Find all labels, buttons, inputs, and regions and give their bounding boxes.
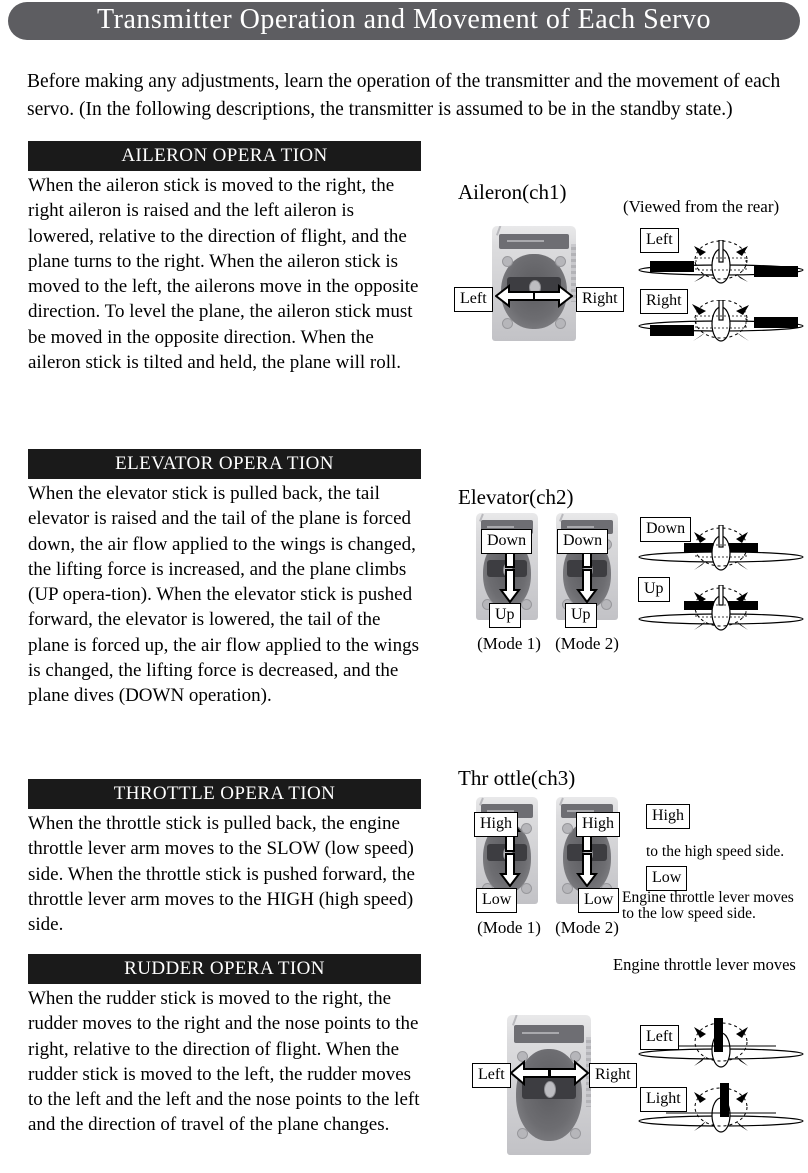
aileron-channel-title: Aileron(ch1) <box>458 180 567 204</box>
elevator-plane-top-label: Down <box>640 517 692 542</box>
elevator-mode2-caption: (Mode 2) <box>555 634 619 653</box>
intro-paragraph: Before making any adjustments, learn the… <box>27 70 781 120</box>
screw-icon <box>570 1128 581 1139</box>
throttle-channel-title: Thr ottle(ch3) <box>458 766 576 790</box>
arrow-right-icon <box>549 1060 589 1086</box>
screw-icon <box>502 318 513 329</box>
throttle-mode1-low-label: Low <box>476 888 518 913</box>
screw-icon <box>601 599 612 610</box>
diagram-elevator-title: Elevator(ch2) <box>458 485 573 510</box>
rudder-plane-top-label: Left <box>640 1025 679 1050</box>
screw-icon <box>555 256 566 267</box>
elevator-mode2-up-label: Down <box>557 529 609 554</box>
aileron-plane-bottom-label: Right <box>640 289 688 314</box>
screw-icon <box>555 318 566 329</box>
screw-icon <box>521 599 532 610</box>
section-header-elevator: ELEVATOR OPERA TION <box>28 449 421 479</box>
throttle-note-low-label: Low <box>646 866 688 891</box>
section-header-rudder: RUDDER OPERA TION <box>28 954 421 984</box>
arrow-left-icon <box>495 284 535 308</box>
tx-top-panel <box>513 1024 585 1043</box>
arrow-down-icon <box>499 569 521 603</box>
elevator-mode1-up-label: Down <box>481 529 533 554</box>
screw-icon <box>562 883 573 894</box>
section-rudder: RUDDER OPERA TION When the rudder stick … <box>28 954 421 1138</box>
screw-icon <box>502 256 513 267</box>
section-body-rudder: When the rudder stick is moved to the ri… <box>28 988 420 1136</box>
arrow-down-icon <box>576 569 598 603</box>
section-header-throttle: THROTTLE OPERA TION <box>28 779 421 809</box>
rudder-stick-left-label: Left <box>472 1063 511 1088</box>
screw-icon <box>521 823 532 834</box>
throttle-mode1-caption: (Mode 1) <box>477 918 541 937</box>
arrow-down-icon <box>576 853 598 887</box>
section-header-aileron: AILERON OPERA TION <box>28 141 421 171</box>
aileron-plane-top-label: Left <box>640 228 679 253</box>
arrow-down-icon <box>499 853 521 887</box>
throttle-mode2-high-label: High <box>576 812 620 837</box>
arrow-left-icon <box>510 1060 550 1086</box>
throttle-note-high-label: High <box>646 804 690 829</box>
section-throttle: THROTTLE OPERA TION When the throttle st… <box>28 779 421 937</box>
elevator-mode1-down-label: Up <box>489 603 521 628</box>
throttle-mode2-low-label: Low <box>578 888 620 913</box>
section-body-aileron: When the aileron stick is moved to the r… <box>28 175 419 374</box>
rudder-plane-bottom-label: Light <box>640 1087 687 1112</box>
page-title: Transmitter Operation and Movement of Ea… <box>97 4 711 35</box>
section-elevator: ELEVATOR OPERA TION When the elevator st… <box>28 449 421 709</box>
screw-icon <box>517 1128 528 1139</box>
elevator-mode2-down-label: Up <box>565 603 597 628</box>
section-body-elevator: When the elevator stick is pulled back, … <box>28 483 419 707</box>
elevator-channel-title: Elevator(ch2) <box>458 485 574 509</box>
aileron-stick-right-label: Right <box>576 287 624 312</box>
section-body-throttle: When the throttle stick is pulled back, … <box>28 813 415 936</box>
section-aileron: AILERON OPERA TION When the aileron stic… <box>28 141 421 375</box>
diagram-aileron-title: Aileron(ch1) <box>458 180 566 205</box>
throttle-mode2-caption: (Mode 2) <box>555 918 619 937</box>
throttle-note-low-line2: to the low speed side. <box>622 905 756 922</box>
throttle-mode1-high-label: High <box>474 812 518 837</box>
page-title-bar: Transmitter Operation and Movement of Ea… <box>8 2 800 40</box>
throttle-note-high-text: to the high speed side. <box>646 843 785 860</box>
elevator-plane-bottom-label: Up <box>638 577 670 602</box>
tx-top-panel <box>498 234 570 249</box>
elevator-mode1-caption: (Mode 1) <box>477 634 541 653</box>
arrow-right-icon <box>533 284 573 308</box>
throttle-note-trailing: Engine throttle lever moves <box>613 955 796 974</box>
aileron-stick-left-label: Left <box>454 287 493 312</box>
rudder-stick-right-label: Right <box>589 1063 637 1088</box>
diagram-throttle-title: Thr ottle(ch3) <box>458 766 575 791</box>
aileron-view-note: (Viewed from the rear) <box>623 197 780 216</box>
screw-icon <box>562 823 573 834</box>
screw-icon <box>521 883 532 894</box>
